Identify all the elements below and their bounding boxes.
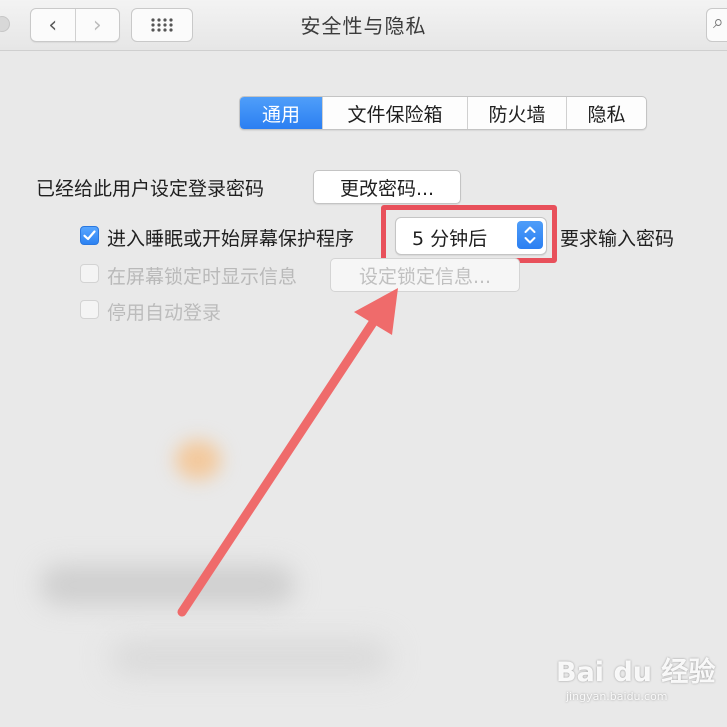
- watermark-logo-text: Bai du 经验: [556, 657, 716, 688]
- annotation-arrow: [177, 288, 398, 617]
- baidu-watermark: Bai du 经验 jingyan.baidu.com: [556, 650, 716, 712]
- watermark-url: jingyan.baidu.com: [566, 690, 668, 703]
